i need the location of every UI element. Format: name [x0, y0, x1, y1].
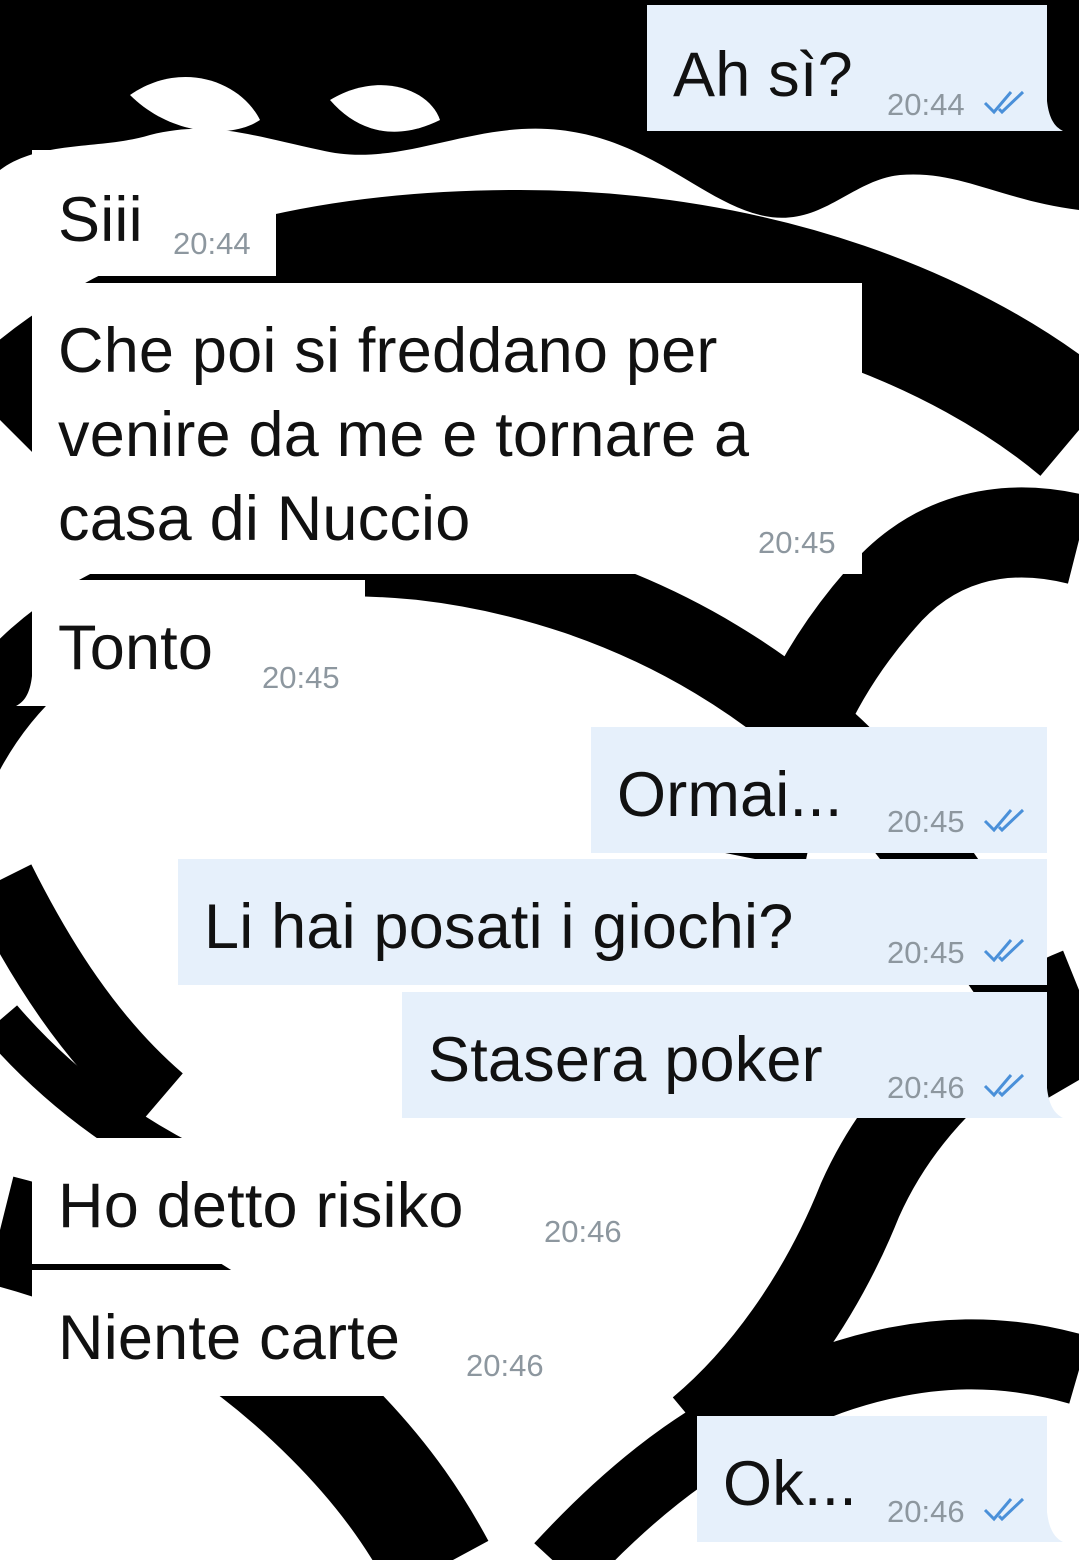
message-text: Ah sì?	[673, 40, 853, 110]
bubble-tail	[16, 676, 32, 706]
message-bubble-incoming[interactable]: Che poi si freddano per venire da me e t…	[32, 283, 862, 574]
double-check-icon	[983, 1497, 1025, 1522]
bubble-tail	[16, 1366, 32, 1396]
message-bubble-incoming-partial	[32, 1560, 772, 1567]
message-text: Tonto	[58, 613, 214, 683]
message-bubble-outgoing[interactable]: Ah sì? 20:44	[647, 5, 1063, 131]
double-check-icon	[983, 808, 1025, 833]
message-time: 20:45	[887, 935, 965, 970]
message-time: 20:46	[887, 1070, 965, 1105]
message-text: Li hai posati i giochi?	[204, 892, 794, 962]
message-text: Che poi si freddano per venire da me e t…	[58, 316, 750, 554]
message-text: Siii	[58, 185, 143, 255]
double-check-icon	[983, 1073, 1025, 1098]
message-bubble-incoming[interactable]: Tonto 20:45	[16, 580, 365, 706]
message-text: Stasera poker	[428, 1025, 823, 1095]
message-bubble-outgoing[interactable]: Ok... 20:46	[697, 1416, 1063, 1542]
message-time: 20:45	[887, 804, 965, 839]
message-bubble-outgoing[interactable]: Li hai posati i giochi? 20:45	[178, 859, 1047, 985]
message-time: 20:46	[887, 1494, 965, 1529]
bubble-tail	[16, 246, 32, 276]
message-bubble-outgoing[interactable]: Stasera poker 20:46	[402, 992, 1063, 1118]
message-time: 20:44	[173, 226, 251, 261]
message-text: Niente carte	[58, 1303, 401, 1373]
message-time: 20:45	[758, 525, 836, 560]
double-check-icon	[983, 938, 1025, 963]
message-bubble-incoming[interactable]: Niente carte 20:46	[16, 1270, 570, 1396]
bubble-tail	[1047, 1088, 1063, 1118]
message-text: Ormai...	[617, 760, 843, 830]
message-time: 20:45	[262, 660, 340, 695]
message-bubble-incoming[interactable]: Siii 20:44	[16, 150, 276, 276]
message-time: 20:44	[887, 87, 965, 122]
message-bubble-outgoing[interactable]: Ormai... 20:45	[591, 727, 1047, 853]
bubble-tail	[1047, 101, 1063, 131]
message-time: 20:46	[466, 1348, 544, 1383]
message-time: 20:46	[544, 1214, 622, 1249]
double-check-icon	[983, 90, 1025, 115]
message-text: Ok...	[723, 1449, 858, 1519]
bubble-tail	[1047, 1512, 1063, 1542]
message-text: Ho detto risiko	[58, 1171, 464, 1241]
message-bubble-incoming[interactable]: Ho detto risiko 20:46	[32, 1138, 648, 1264]
